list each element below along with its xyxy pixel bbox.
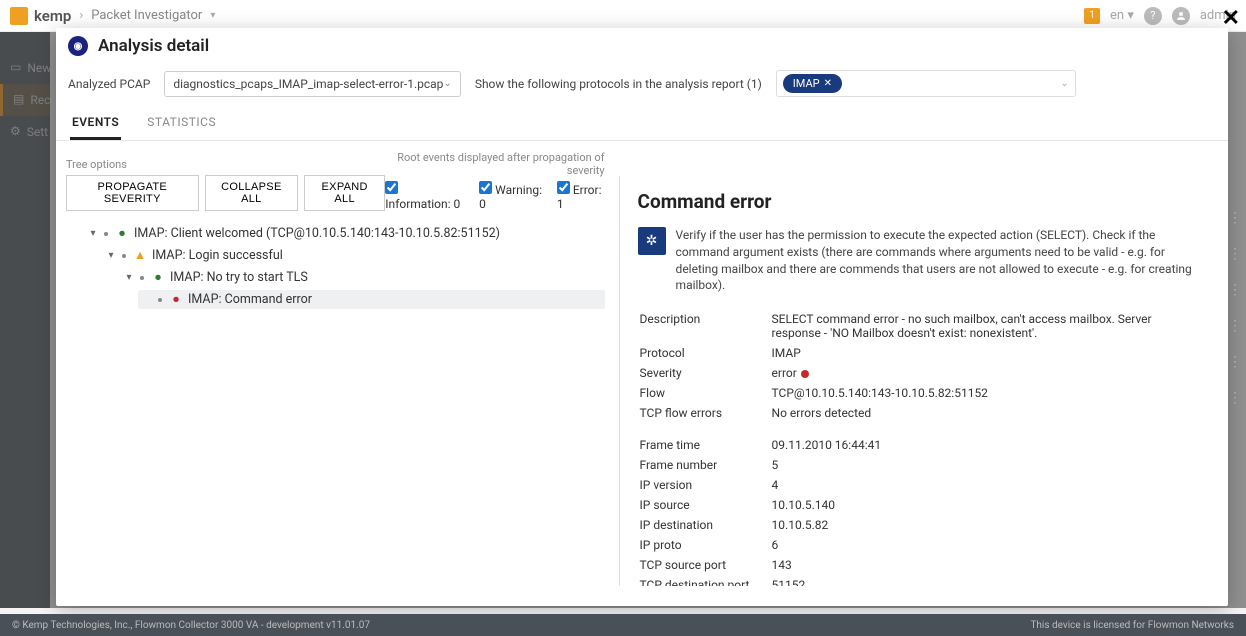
tree-node-command-error[interactable]: ▾ ● IMAP: Command error [138, 290, 605, 309]
status-ok-icon: ● [116, 228, 128, 240]
bullet-icon [140, 276, 144, 280]
bullet-icon [158, 298, 162, 302]
row-frame-number: Frame number5 [640, 456, 1208, 474]
modal-title: Analysis detail [98, 36, 209, 56]
tree-node-no-tls[interactable]: ▾ ● IMAP: No try to start TLS [120, 268, 605, 287]
breadcrumb[interactable]: Packet Investigator [91, 8, 202, 23]
status-error-icon: ● [170, 294, 182, 306]
row-protocol: ProtocolIMAP [640, 344, 1208, 362]
tip-text: Verify if the user has the permission to… [676, 227, 1210, 294]
filter-information-checkbox[interactable] [385, 181, 398, 194]
top-right: 1 en ▾ ? admin [1084, 7, 1236, 25]
pcap-file: diagnostics_pcaps_IMAP_imap-select-error… [173, 77, 443, 91]
modal-icon: ◉ [68, 36, 88, 56]
chevron-down-icon: ⌄ [443, 78, 451, 89]
row-ip-proto: IP proto6 [640, 536, 1208, 554]
protocol-pill[interactable]: IMAP ✕ [783, 74, 842, 93]
tree-options-label: Tree options [66, 158, 385, 171]
filter-warning-checkbox[interactable] [479, 181, 492, 194]
modal-header: ◉ Analysis detail [56, 28, 1228, 60]
tree-node-login-successful[interactable]: ▾ ▲ IMAP: Login successful [102, 246, 605, 265]
protocols-label: Show the following protocols in the anal… [475, 77, 762, 91]
row-description: DescriptionSELECT command error - no suc… [640, 310, 1208, 342]
brand-text: kemp [34, 7, 71, 25]
help-icon[interactable]: ? [1144, 7, 1162, 25]
tip-box: ✲ Verify if the user has the permission … [638, 227, 1210, 294]
row-ip-destination: IP destination10.10.5.82 [640, 516, 1208, 534]
propagate-severity-button[interactable]: PROPAGATE SEVERITY [66, 175, 199, 211]
bullet-icon [122, 254, 126, 258]
collapse-all-button[interactable]: COLLAPSE ALL [205, 175, 298, 211]
row-tcp-dst-port: TCP destination port51152 [640, 576, 1208, 586]
tab-statistics[interactable]: STATISTICS [145, 107, 218, 140]
analysis-detail-modal: ◉ Analysis detail Analyzed PCAP diagnost… [56, 28, 1228, 606]
collapse-toggle-icon[interactable]: ▾ [88, 228, 98, 239]
tree-node-client-welcomed[interactable]: ▾ ● IMAP: Client welcomed (TCP@10.10.5.1… [84, 224, 605, 243]
collapse-toggle-icon[interactable]: ▾ [106, 250, 116, 261]
status-ok-icon: ● [152, 272, 164, 284]
detail-title: Command error [638, 190, 1210, 213]
root-events-label: Root events displayed after propagation … [385, 151, 604, 177]
detail-table: DescriptionSELECT command error - no suc… [638, 308, 1210, 586]
detail-panel: Command error ✲ Verify if the user has t… [619, 176, 1228, 586]
lightbulb-icon: ✲ [638, 227, 666, 255]
filter-information[interactable]: Information: 0 [385, 181, 465, 211]
tabs: EVENTS STATISTICS [56, 107, 1228, 141]
row-tcp-src-port: TCP source port143 [640, 556, 1208, 574]
status-warn-icon: ▲ [134, 250, 146, 262]
pcap-row: Analyzed PCAP diagnostics_pcaps_IMAP_ima… [56, 60, 1228, 107]
analyzed-pcap-label: Analyzed PCAP [68, 77, 150, 91]
statusbar-right: This device is licensed for Flowmon Netw… [1030, 620, 1234, 631]
lang-select[interactable]: en ▾ [1110, 8, 1134, 23]
protocol-select[interactable]: IMAP ✕ ⌄ [776, 70, 1076, 97]
bg-row-handles: ⋮⋮⋮⋮⋮⋮ [1228, 210, 1240, 406]
statusbar-left: © Kemp Technologies, Inc., Flowmon Colle… [12, 620, 370, 631]
row-tcp-flow-errors: TCP flow errorsNo errors detected [640, 404, 1208, 422]
pcap-select[interactable]: diagnostics_pcaps_IMAP_imap-select-error… [164, 71, 460, 97]
filter-error-checkbox[interactable] [557, 181, 570, 194]
filter-warning[interactable]: Warning: 0 [479, 181, 543, 211]
severity-error-icon [801, 370, 809, 378]
tab-events[interactable]: EVENTS [70, 107, 121, 140]
user-icon[interactable] [1172, 7, 1190, 25]
row-ip-version: IP version4 [640, 476, 1208, 494]
chevron-right-icon: › [79, 8, 83, 23]
notification-badge[interactable]: 1 [1084, 8, 1100, 24]
brand[interactable]: kemp [10, 7, 71, 25]
remove-protocol-icon[interactable]: ✕ [824, 78, 832, 89]
row-frame-time: Frame time09.11.2010 16:44:41 [640, 436, 1208, 454]
tree-panel: Tree options PROPAGATE SEVERITY COLLAPSE… [56, 141, 619, 606]
brand-icon [10, 7, 28, 25]
event-tree: ▾ ● IMAP: Client welcomed (TCP@10.10.5.1… [66, 221, 605, 321]
chevron-down-icon: ⌄ [1060, 78, 1068, 89]
bullet-icon [104, 232, 108, 236]
row-ip-source: IP source10.10.5.140 [640, 496, 1208, 514]
expand-all-button[interactable]: EXPAND ALL [304, 175, 385, 211]
chevron-down-icon[interactable]: ▾ [210, 10, 215, 21]
close-icon[interactable]: ✕ [1222, 6, 1240, 31]
statusbar: © Kemp Technologies, Inc., Flowmon Colle… [0, 614, 1246, 636]
row-severity: Severityerror [640, 364, 1208, 382]
filter-error[interactable]: Error: 1 [557, 181, 605, 211]
collapse-toggle-icon[interactable]: ▾ [124, 272, 134, 283]
row-flow: FlowTCP@10.10.5.140:143-10.10.5.82:51152 [640, 384, 1208, 402]
